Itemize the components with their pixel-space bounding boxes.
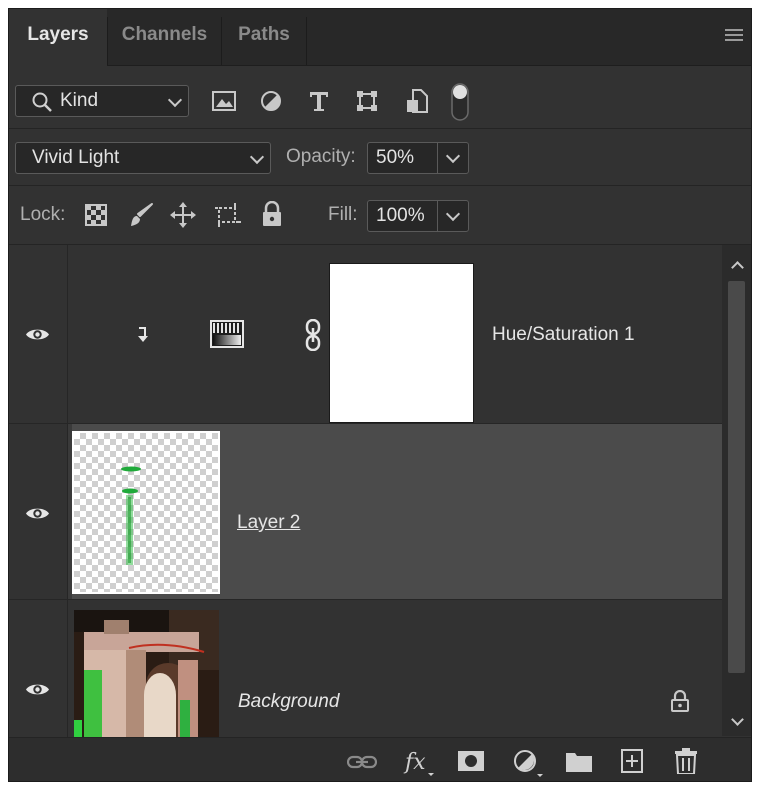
smart-object-filter-icon[interactable] (406, 89, 428, 113)
filter-kind-dropdown[interactable]: Kind (15, 85, 189, 117)
visibility-toggle[interactable] (9, 424, 68, 599)
adjustment-filter-icon[interactable] (260, 90, 282, 112)
fill-value[interactable]: 100% (376, 201, 425, 231)
scroll-up-icon[interactable] (731, 261, 744, 274)
layer-mask-thumbnail[interactable] (329, 263, 474, 423)
layer-name[interactable]: Background (238, 691, 339, 713)
chevron-down-icon (445, 206, 461, 222)
fill-dropdown-button[interactable] (437, 201, 468, 231)
eye-icon[interactable] (25, 327, 50, 342)
adjustment-layer-icon (210, 320, 244, 348)
layer-name[interactable]: Hue/Saturation 1 (492, 324, 635, 346)
lock-all-icon[interactable] (261, 201, 283, 227)
new-group-icon[interactable] (566, 750, 592, 772)
fill-field[interactable]: 100% (367, 200, 469, 232)
filter-kind-label: Kind (60, 90, 99, 111)
chevron-down-icon (249, 149, 265, 165)
opacity-label: Opacity: (286, 146, 356, 167)
lock-label: Lock: (20, 204, 66, 225)
layer-row-hue-saturation[interactable]: Hue/Saturation 1 (9, 245, 722, 424)
layers-panel: Layers Channels Paths Kind Vivid Light O… (9, 9, 751, 781)
tab-paths[interactable]: Paths (222, 9, 306, 65)
background-thumbnail[interactable] (74, 610, 219, 737)
blend-mode-dropdown[interactable]: Vivid Light (15, 142, 271, 174)
tab-channels[interactable]: Channels (108, 9, 221, 65)
delete-icon[interactable] (675, 748, 697, 774)
layer-row-background[interactable]: Background (9, 600, 722, 737)
eye-icon[interactable] (25, 506, 50, 521)
link-layers-icon[interactable] (347, 755, 377, 769)
layers-scrollbar[interactable] (722, 245, 751, 736)
new-layer-icon[interactable] (621, 749, 643, 773)
mask-link-icon[interactable] (304, 319, 322, 351)
add-mask-icon[interactable] (458, 751, 484, 771)
panel-menu-icon[interactable] (725, 29, 743, 43)
lock-artboard-icon[interactable] (214, 202, 242, 228)
tab-divider (306, 17, 307, 65)
layer-name[interactable]: Layer 2 (237, 512, 300, 534)
scrollbar-thumb[interactable] (728, 281, 745, 673)
new-adjustment-icon[interactable] (513, 749, 543, 779)
layer-content-preview (121, 466, 141, 565)
lock-image-pixels-icon[interactable] (128, 202, 154, 228)
layer-row-layer-2[interactable]: Layer 2 (9, 424, 722, 600)
image-filter-icon[interactable] (212, 91, 236, 111)
blend-row: Vivid Light Opacity: 50% (9, 129, 751, 186)
svg-text:fx: fx (403, 750, 426, 775)
chevron-down-icon (445, 148, 461, 164)
chevron-down-icon (167, 92, 183, 108)
shape-filter-icon[interactable] (356, 90, 378, 112)
filter-row: Kind (9, 66, 751, 129)
opacity-value[interactable]: 50% (376, 143, 414, 173)
layer-thumbnail[interactable] (72, 431, 220, 594)
lock-row: Lock: Fill: 100% (9, 186, 751, 245)
lock-transparent-pixels-icon[interactable] (85, 204, 107, 226)
opacity-dropdown-button[interactable] (437, 143, 468, 173)
clipping-arrow-icon (138, 327, 148, 342)
bottom-toolbar: fx (9, 737, 751, 781)
tab-layers[interactable]: Layers (9, 9, 107, 66)
opacity-field[interactable]: 50% (367, 142, 469, 174)
fx-icon[interactable]: fx (403, 747, 435, 777)
scroll-down-icon[interactable] (731, 713, 744, 726)
filter-toggle-icon[interactable] (451, 83, 469, 121)
fill-label: Fill: (328, 204, 358, 225)
tab-bar: Layers Channels Paths (9, 9, 751, 66)
visibility-toggle[interactable] (9, 245, 68, 423)
type-filter-icon[interactable] (308, 90, 330, 112)
eye-icon[interactable] (25, 682, 50, 697)
visibility-toggle[interactable] (9, 600, 68, 737)
search-icon (32, 92, 52, 112)
blend-mode-value: Vivid Light (32, 147, 120, 168)
lock-icon (671, 690, 689, 712)
lock-position-icon[interactable] (170, 202, 196, 228)
